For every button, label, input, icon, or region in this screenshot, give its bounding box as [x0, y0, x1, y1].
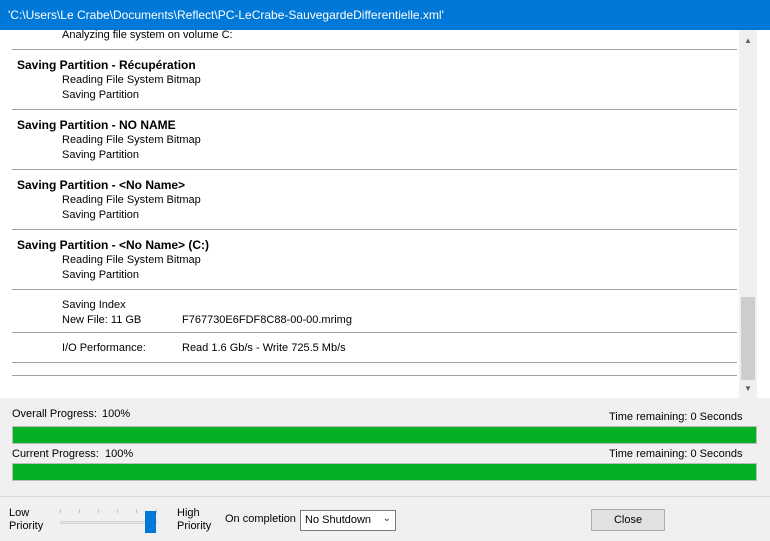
io-performance-label: I/O Performance: [62, 342, 146, 354]
on-completion-select[interactable]: No Shutdown ⌄ [300, 510, 396, 531]
overall-progress-fill [13, 427, 756, 443]
log-separator [12, 229, 737, 230]
log-section-header: Saving Partition - Récupération [17, 58, 196, 72]
log-line: Reading File System Bitmap [62, 134, 201, 146]
log-pane[interactable]: Analyzing file system on volume C: Savin… [0, 30, 757, 398]
window-title: 'C:\Users\Le Crabe\Documents\Reflect\PC-… [8, 8, 444, 22]
close-button[interactable]: Close [591, 509, 665, 531]
priority-slider-ticks [60, 509, 157, 513]
current-progress-fill [13, 464, 756, 480]
high-priority-label: High Priority [177, 507, 212, 532]
current-time-remaining: Time remaining: 0 Seconds [609, 448, 743, 460]
log-separator [12, 49, 737, 50]
log-separator [12, 289, 737, 290]
priority-slider-thumb[interactable] [145, 511, 156, 533]
on-completion-value: No Shutdown [305, 514, 372, 526]
log-section-header: Saving Partition - NO NAME [17, 118, 176, 132]
bottom-toolbar: Low Priority High Priority On completion… [0, 496, 770, 541]
log-separator [12, 109, 737, 110]
overall-progress-label: Overall Progress: [12, 408, 97, 420]
io-performance-value: Read 1.6 Gb/s - Write 725.5 Mb/s [182, 342, 346, 354]
new-file-name: F767730E6FDF8C88-00-00.mrimg [182, 314, 352, 326]
log-separator [12, 169, 737, 170]
chevron-down-icon: ⌄ [382, 513, 391, 524]
log-line-saving-index: Saving Index [62, 299, 126, 311]
new-file-size: New File: 11 GB [62, 314, 142, 326]
current-progress-percent: 100% [105, 448, 134, 460]
log-line: Saving Partition [62, 209, 140, 221]
log-separator [12, 332, 737, 333]
priority-slider[interactable] [60, 521, 157, 524]
log-line: Reading File System Bitmap [62, 194, 201, 206]
overall-progress-percent: 100% [102, 408, 131, 420]
log-line: Saving Partition [62, 149, 140, 161]
log-line: Reading File System Bitmap [62, 74, 201, 86]
log-line: Saving Partition [62, 89, 140, 101]
log-separator [12, 362, 737, 363]
scrollbar-thumb[interactable] [741, 297, 755, 380]
log-line: Saving Partition [62, 269, 140, 281]
low-priority-label: Low Priority [9, 507, 44, 532]
on-completion-label: On completion [225, 513, 296, 525]
current-progress-bar [12, 463, 757, 481]
chevron-down-icon[interactable]: ▼ [739, 380, 757, 397]
log-section-header: Saving Partition - <No Name> [17, 178, 186, 192]
log-pane-margin [757, 30, 770, 398]
log-separator [12, 375, 737, 376]
log-scrollbar[interactable]: ▲ ▼ [739, 30, 757, 398]
overall-progress-bar [12, 426, 757, 444]
log-line-analyzing: Analyzing file system on volume C: [62, 30, 233, 41]
log-section-header: Saving Partition - <No Name> (C:) [17, 238, 210, 252]
log-line: Reading File System Bitmap [62, 254, 201, 266]
overall-time-remaining: Time remaining: 0 Seconds [609, 411, 743, 423]
title-bar: 'C:\Users\Le Crabe\Documents\Reflect\PC-… [0, 0, 770, 30]
chevron-up-icon[interactable]: ▲ [739, 32, 757, 49]
current-progress-label: Current Progress: [12, 448, 99, 460]
